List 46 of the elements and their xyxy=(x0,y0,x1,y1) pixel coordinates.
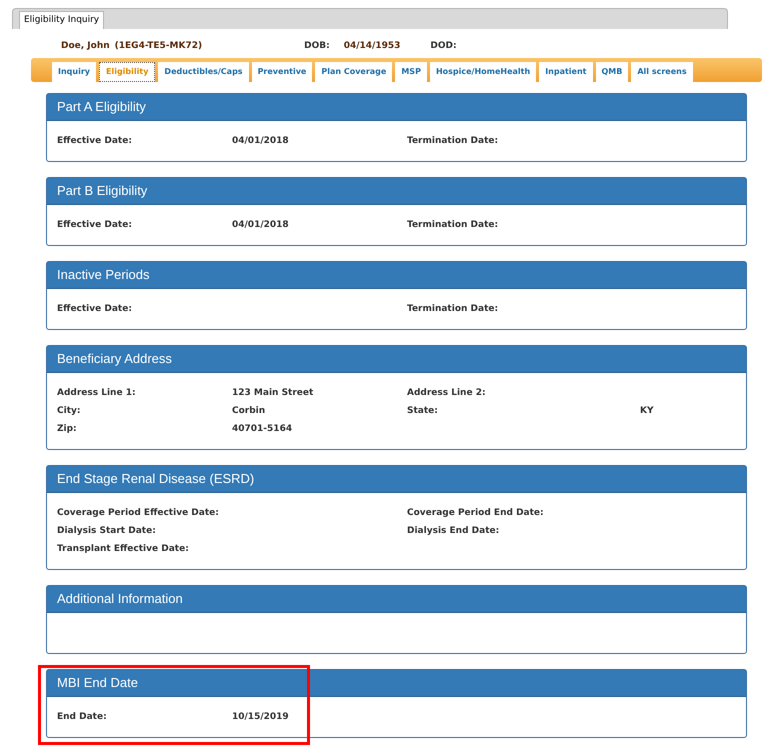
field-label: Dialysis Start Date: xyxy=(57,525,157,538)
field-label: Effective Date: xyxy=(57,135,133,148)
field-label: Termination Date: xyxy=(407,135,500,148)
field-label: Dialysis End Date: xyxy=(407,525,500,538)
panel-title: MBI End Date xyxy=(57,674,138,692)
field-value: 04/01/2018 xyxy=(232,135,289,148)
patient-id: (1EG4-TE5-MK72) xyxy=(114,40,202,54)
panel-title: Beneficiary Address xyxy=(57,350,172,368)
field-label: Coverage Period End Date: xyxy=(407,507,545,520)
field-label: Effective Date: xyxy=(57,303,133,316)
panel-title: Part B Eligibility xyxy=(57,182,148,200)
panel-title: Part A Eligibility xyxy=(57,98,146,116)
dob-label: DOB: xyxy=(304,40,330,54)
field-label: Address Line 1: xyxy=(57,387,137,400)
field-label: Address Line 2: xyxy=(407,387,487,400)
field-label: Zip: xyxy=(57,423,78,436)
nav-tab[interactable]: Preventive xyxy=(252,62,312,82)
nav-tab[interactable]: Inquiry xyxy=(52,62,96,82)
nav-tab[interactable]: Inpatient xyxy=(539,62,592,82)
field-label: Termination Date: xyxy=(407,219,500,232)
window-tab[interactable]: Eligibility Inquiry xyxy=(19,11,104,29)
field-value: Corbin xyxy=(232,405,266,418)
dob-value: 04/14/1953 xyxy=(344,40,400,54)
nav-tab[interactable]: Deductibles/Caps xyxy=(158,62,249,82)
field-label: Termination Date: xyxy=(407,303,500,316)
nav-tab[interactable]: MSP xyxy=(395,62,427,82)
panel-title: Additional Information xyxy=(57,590,183,608)
field-value: 123 Main Street xyxy=(232,387,314,400)
field-value: KY xyxy=(640,405,654,418)
field-value: 04/01/2018 xyxy=(232,219,289,232)
nav-tab[interactable]: All screens xyxy=(631,62,693,82)
field-label: City: xyxy=(57,405,82,418)
patient-name: Doe, John xyxy=(61,40,110,54)
nav-tab[interactable]: Hospice/HomeHealth xyxy=(430,62,536,82)
nav-tab[interactable]: Plan Coverage xyxy=(315,62,392,82)
field-label: End Date: xyxy=(57,711,108,724)
dod-label: DOD: xyxy=(430,40,457,54)
field-value: 40701-5164 xyxy=(232,423,292,436)
panel-title: Inactive Periods xyxy=(57,266,150,284)
field-label: Coverage Period Effective Date: xyxy=(57,507,220,520)
field-label: Effective Date: xyxy=(57,219,133,232)
field-label: State: xyxy=(407,405,439,418)
nav-tab[interactable]: QMB xyxy=(596,62,628,82)
field-label: Transplant Effective Date: xyxy=(57,543,190,556)
field-value: 10/15/2019 xyxy=(232,711,289,724)
panel-title: End Stage Renal Disease (ESRD) xyxy=(57,470,254,488)
